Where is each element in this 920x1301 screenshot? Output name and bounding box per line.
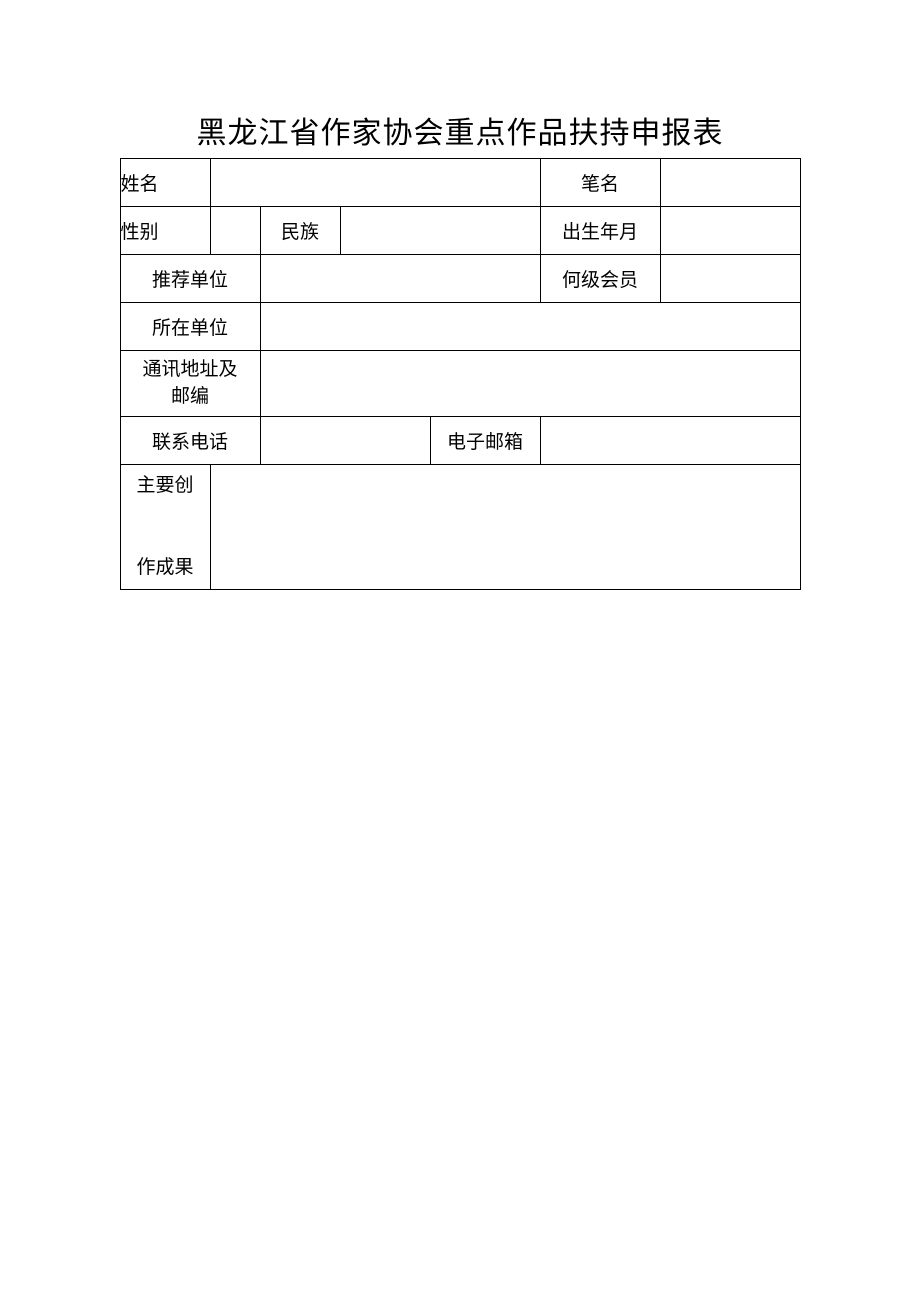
member-level-value[interactable]: [660, 255, 800, 303]
page-title: 黑龙江省作家协会重点作品扶持申报表: [0, 108, 920, 152]
phone-label: 联系电话: [120, 417, 260, 465]
gender-value[interactable]: [210, 207, 260, 255]
recommender-label: 推荐单位: [120, 255, 260, 303]
recommender-value[interactable]: [260, 255, 540, 303]
achievements-value[interactable]: [210, 465, 800, 590]
birth-label: 出生年月: [540, 207, 660, 255]
affiliation-value[interactable]: [260, 303, 800, 351]
name-value[interactable]: [210, 159, 540, 207]
application-form-table: 姓名 笔名 性别 民族 出生年月 推荐单位 何级会员 所在单位 通讯地址及 邮编: [120, 158, 801, 590]
birth-value[interactable]: [660, 207, 800, 255]
achievements-label: 主要创 作成果: [120, 465, 210, 590]
email-label: 电子邮箱: [430, 417, 540, 465]
email-value[interactable]: [540, 417, 800, 465]
address-value[interactable]: [260, 351, 800, 417]
affiliation-label: 所在单位: [120, 303, 260, 351]
ethnicity-label: 民族: [260, 207, 340, 255]
penname-label: 笔名: [540, 159, 660, 207]
name-label: 姓名: [120, 159, 210, 207]
penname-value[interactable]: [660, 159, 800, 207]
address-label: 通讯地址及 邮编: [120, 351, 260, 417]
phone-value[interactable]: [260, 417, 430, 465]
gender-label: 性别: [120, 207, 210, 255]
member-level-label: 何级会员: [540, 255, 660, 303]
ethnicity-value[interactable]: [340, 207, 540, 255]
